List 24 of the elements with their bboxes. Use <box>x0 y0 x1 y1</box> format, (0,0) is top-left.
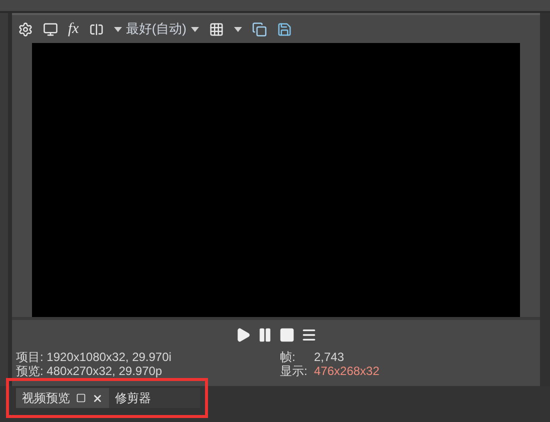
info-value: 2,743 <box>314 350 344 364</box>
info-label: 显示: <box>280 364 308 378</box>
pause-button[interactable] <box>257 327 273 343</box>
panel-tab[interactable]: 视频预览 <box>16 388 109 408</box>
menu-button[interactable] <box>301 327 317 343</box>
quality-dropdown[interactable]: 最好(自动) <box>126 19 186 39</box>
fx-icon[interactable]: fx <box>68 18 79 40</box>
split-screen-icon[interactable] <box>88 22 104 36</box>
stop-button[interactable] <box>279 327 295 343</box>
info-text: 预览: 480x270x32, 29.970p <box>16 364 164 378</box>
settings-icon[interactable] <box>18 22 33 36</box>
monitor-icon[interactable] <box>43 22 58 36</box>
caret-icon[interactable] <box>114 26 122 32</box>
info-text: 项目: 1920x1080x32, 29.970i <box>16 350 172 364</box>
close-icon[interactable] <box>92 392 103 404</box>
copy-icon[interactable] <box>252 22 266 36</box>
grid-icon[interactable] <box>208 22 224 36</box>
info-label: 帧: <box>280 350 296 364</box>
play-button[interactable] <box>235 327 251 343</box>
save-icon[interactable] <box>276 22 292 36</box>
maximize-icon[interactable] <box>76 393 86 403</box>
info-value: 476x268x32 <box>314 364 380 378</box>
caret-icon[interactable] <box>190 26 198 32</box>
caret-icon[interactable] <box>234 26 242 32</box>
